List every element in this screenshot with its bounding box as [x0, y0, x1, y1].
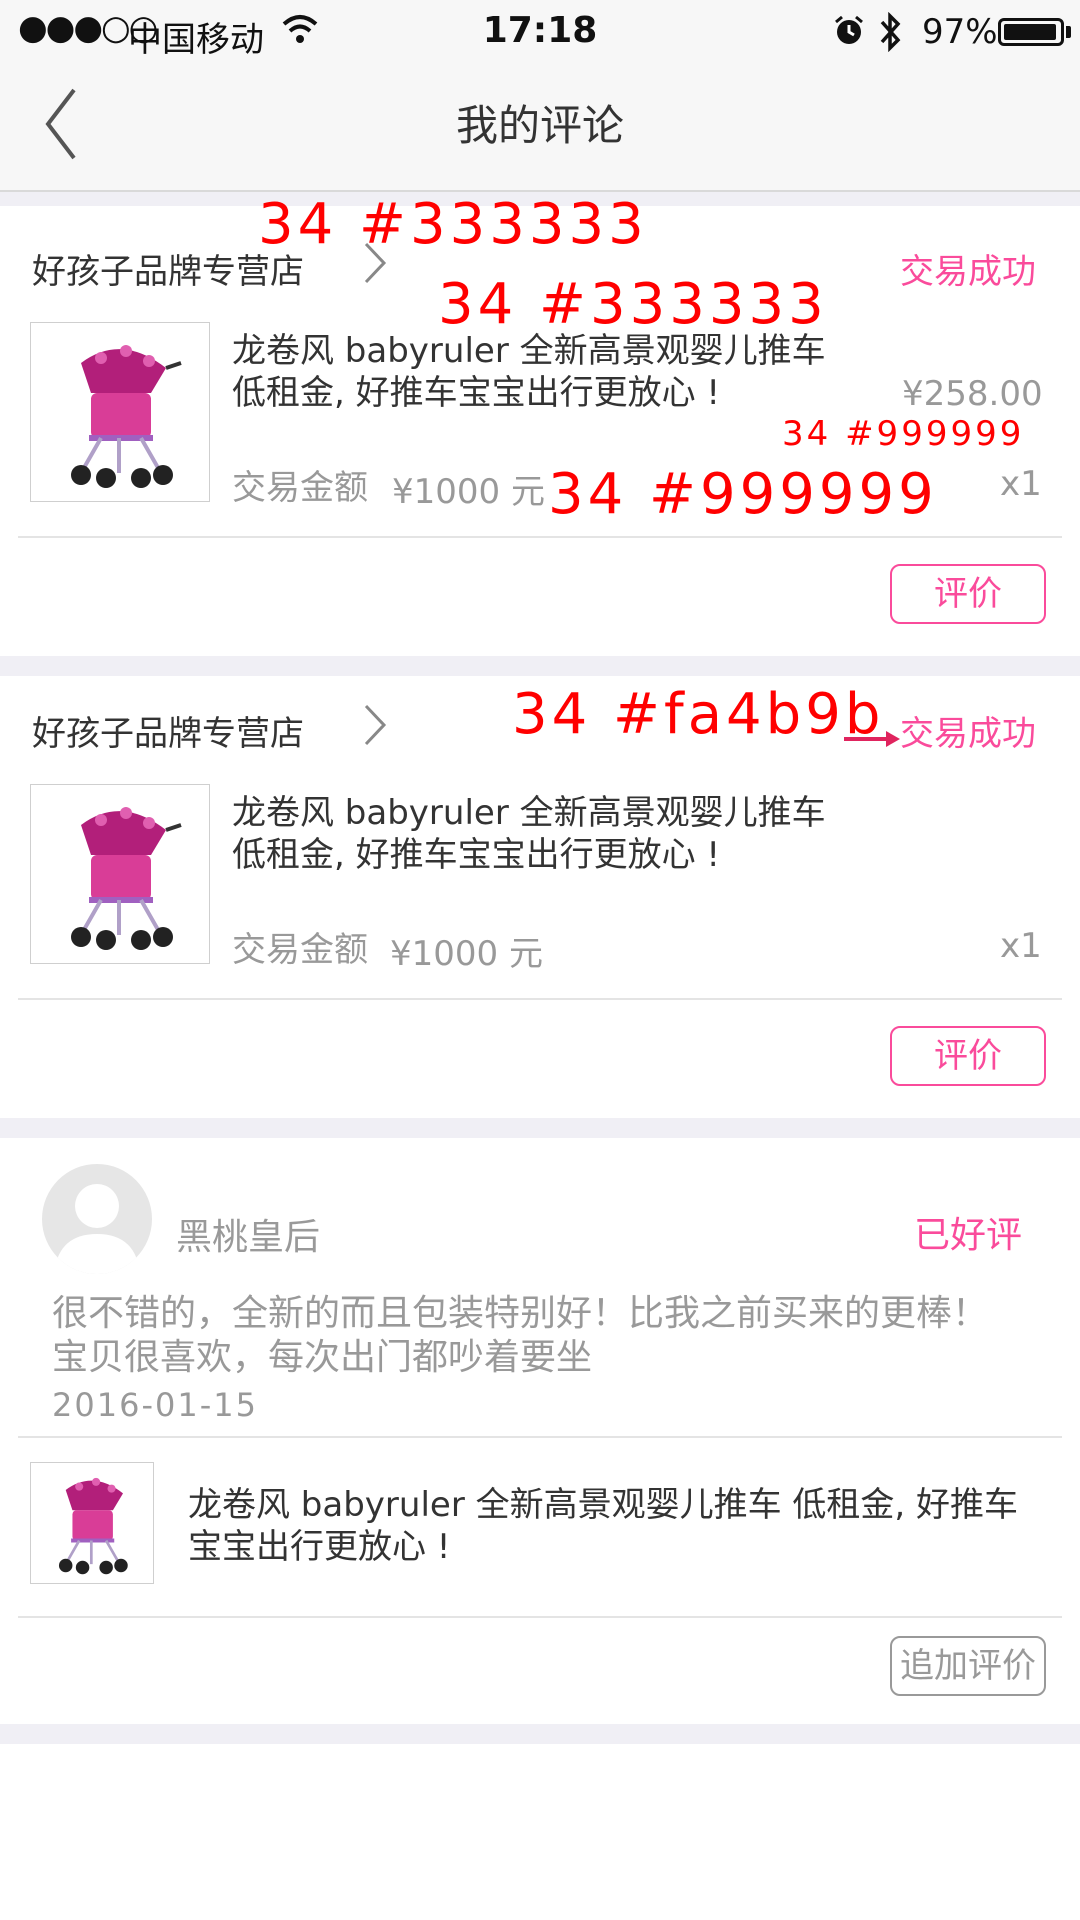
order-status: 交易成功	[900, 714, 1036, 754]
avatar[interactable]	[42, 1164, 152, 1274]
section-separator	[0, 656, 1080, 676]
battery-percentage: 97%	[922, 12, 998, 52]
product-thumbnail[interactable]	[30, 1462, 154, 1584]
page-title: 我的评论	[455, 101, 624, 150]
add-review-button[interactable]: 追加评价	[890, 1636, 1046, 1696]
chevron-right-icon[interactable]	[362, 702, 388, 752]
product-title-line2[interactable]: 低租金, 好推车宝宝出行更放心 !	[232, 834, 720, 876]
divider	[18, 536, 1062, 538]
review-button[interactable]: 评价	[890, 564, 1046, 624]
user-silhouette-icon	[54, 1184, 140, 1274]
annotation-label: 34 #fa4b9b	[512, 682, 885, 747]
annotation-label: 34 #333333	[258, 192, 648, 257]
quantity: x1	[1000, 926, 1042, 966]
stroller-image	[58, 1477, 128, 1575]
review-badge: 已好评	[914, 1215, 1023, 1256]
review-date: 2016-01-15	[52, 1386, 258, 1424]
amount-value: ¥1000 元	[392, 472, 545, 512]
order-status: 交易成功	[900, 252, 1036, 292]
divider	[18, 998, 1062, 1000]
stroller-image	[71, 345, 182, 488]
divider	[18, 1436, 1062, 1438]
clock: 17:18	[482, 10, 598, 51]
product-title-line2[interactable]: 低租金, 好推车宝宝出行更放心 !	[232, 372, 720, 414]
product-title-line1[interactable]: 龙卷风 babyruler 全新高景观婴儿推车 低租金, 好推车	[188, 1484, 1018, 1526]
stroller-image	[71, 807, 182, 950]
arrow-right-icon	[842, 726, 902, 756]
divider	[18, 1616, 1062, 1618]
amount-value: ¥1000 元	[390, 934, 543, 974]
bluetooth-icon	[876, 11, 906, 56]
product-title-line2[interactable]: 宝宝出行更放心 !	[188, 1526, 450, 1568]
alarm-icon	[832, 14, 866, 52]
quantity: x1	[1000, 464, 1042, 504]
annotation-label: 34 #999999	[548, 462, 938, 527]
product-price: ¥258.00	[902, 374, 1043, 414]
review-button[interactable]: 评价	[890, 1026, 1046, 1086]
annotation-label: 34 #999999	[782, 414, 1025, 454]
battery-cap	[1066, 26, 1071, 38]
section-separator	[0, 1724, 1080, 1744]
amount-label: 交易金额	[232, 468, 368, 508]
amount-label: 交易金额	[232, 930, 368, 970]
reviewer-name: 黑桃皇后	[176, 1217, 321, 1258]
product-title-line1[interactable]: 龙卷风 babyruler 全新高景观婴儿推车	[232, 330, 826, 372]
battery-icon	[998, 18, 1064, 46]
review-text-line1: 很不错的，全新的而且包装特别好！比我之前买来的更棒！	[52, 1293, 989, 1334]
product-thumbnail[interactable]	[30, 784, 210, 964]
product-title-line1[interactable]: 龙卷风 babyruler 全新高景观婴儿推车	[232, 792, 826, 834]
status-bar: ●●●○○ 中国移动 17:18 97%	[0, 0, 1080, 62]
review-text-line2: 宝贝很喜欢，每次出门都吵着要坐	[52, 1337, 593, 1378]
navigation-bar: 我的评论	[0, 62, 1080, 192]
shop-name[interactable]: 好孩子品牌专营店	[32, 706, 304, 755]
section-separator	[0, 1118, 1080, 1138]
annotation-label: 34 #333333	[438, 272, 828, 337]
product-thumbnail[interactable]	[30, 322, 210, 502]
